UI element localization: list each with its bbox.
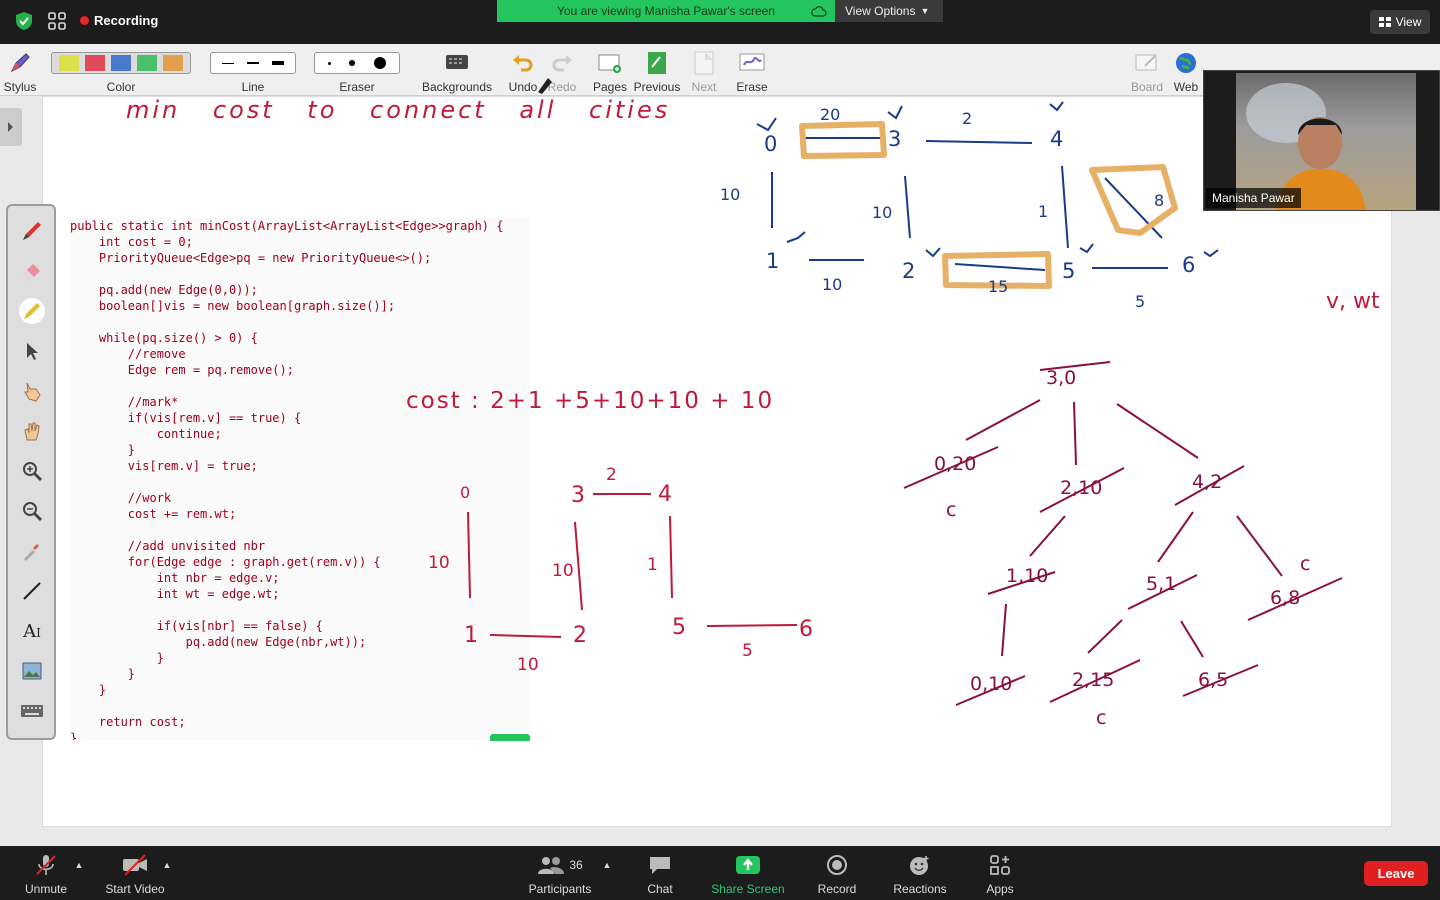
chat-bubble-icon [650,857,670,874]
node-label: 2 [902,259,915,283]
edge-weight: 2 [962,109,972,128]
tree-node: 6,5 [1198,669,1228,691]
edge-weight: 5 [742,641,753,661]
start-video-label: Start Video [105,882,165,896]
node-label: 2 [573,623,587,648]
edge-weight: 10 [822,275,842,294]
tree-mark: c [946,499,956,521]
node-label: 3 [571,483,585,508]
node-label: 1 [464,623,478,648]
node-label: 5 [672,615,686,640]
tree-node: 2,15 [1072,669,1114,691]
tree-node: 5,1 [1146,573,1176,595]
share-screen-icon [736,856,760,874]
apps-label: Apps [986,882,1014,896]
share-screen-button[interactable]: Share Screen [706,853,790,896]
record-label: Record [817,882,857,896]
tree-node: 0,10 [970,673,1012,695]
apps-button[interactable]: Apps [980,853,1020,896]
mst-node-zero: 0 [460,483,470,502]
mst-graph-labels: 3 4 1 2 5 6 0 2 10 10 1 10 5 [428,465,813,675]
node-label: 6 [799,617,813,642]
tree-node: 4,2 [1192,471,1222,493]
leave-button[interactable]: Leave [1364,861,1428,886]
participants-button[interactable]: 36 Participants [520,853,600,896]
reactions-label: Reactions [893,882,947,896]
unmute-label: Unmute [24,882,68,896]
caret-up-icon: ▲ [74,860,84,870]
mst-graph-edges [467,493,798,638]
audio-options-caret[interactable]: ▲ [72,857,86,871]
tree-labels: 3,0 0,20 2,10 4,2 c 1,10 5,1 6,8 c 0,10 … [934,367,1310,729]
node-label: 4 [658,482,672,507]
edge-weight: 20 [820,105,840,124]
edge-weight: 10 [872,203,892,222]
edge-weight: 10 [517,655,539,675]
node-label: 3 [888,127,901,151]
participant-name: Manisha Pawar [1206,188,1301,208]
vwt-annotation: v, wt [1326,289,1380,314]
edge-weight: 10 [552,561,574,581]
node-label: 0 [764,132,777,156]
edge-weight: 8 [1154,191,1164,210]
edge-weight: 15 [988,277,1008,296]
apps-icon [990,855,1010,875]
chat-label: Chat [647,882,673,896]
share-screen-label: Share Screen [711,882,785,896]
tree-mark: c [1096,707,1106,729]
tree-mark: c [1300,553,1310,575]
node-label: 1 [766,249,779,273]
participant-count: 36 [569,858,583,872]
participants-icon [538,857,565,874]
chat-button[interactable]: Chat [640,853,680,896]
record-button[interactable]: Record [812,853,862,896]
tree-node: 1,10 [1006,565,1048,587]
record-icon [827,855,847,875]
edge-weight: 5 [1135,292,1145,311]
muted-microphone-icon [36,855,56,875]
top-graph-labels: 0 3 4 1 2 5 6 20 2 10 10 1 8 10 15 5 [720,105,1195,311]
tree-node: 2,10 [1060,477,1102,499]
tree-node: 0,20 [934,453,976,475]
video-options-caret[interactable]: ▲ [160,857,174,871]
caret-up-icon: ▲ [602,860,612,870]
cost-formula-annotation: cost : 2+1 +5+10+10 + 10 [406,388,774,414]
pen-cursor-icon [538,78,552,94]
participants-options-caret[interactable]: ▲ [600,857,614,871]
participant-video[interactable]: Manisha Pawar [1203,70,1440,211]
smiley-plus-icon [910,856,929,875]
caret-up-icon: ▲ [162,860,172,870]
node-label: 4 [1050,127,1063,151]
video-off-icon [123,854,147,876]
edge-weight: 1 [647,555,658,575]
edge-weight: 10 [720,185,740,204]
tree-edges [903,361,1343,706]
meeting-controls-bar: Unmute ▲ Start Video ▲ 36 Participants ▲… [0,847,1440,900]
participants-label: Participants [528,882,592,896]
node-label: 6 [1182,253,1195,277]
edge-weight: 1 [1038,202,1048,221]
tree-node: 6,8 [1270,587,1300,609]
edge-weight: 2 [606,465,617,485]
highlight-boxes [799,121,1178,289]
heading-annotation: min cost to connect all cities [126,96,670,124]
tree-root: 3,0 [1046,367,1076,389]
unmute-button[interactable]: Unmute [20,853,72,896]
edge-weight: 10 [428,553,450,573]
node-label: 5 [1062,259,1075,283]
reactions-button[interactable]: Reactions [888,853,952,896]
